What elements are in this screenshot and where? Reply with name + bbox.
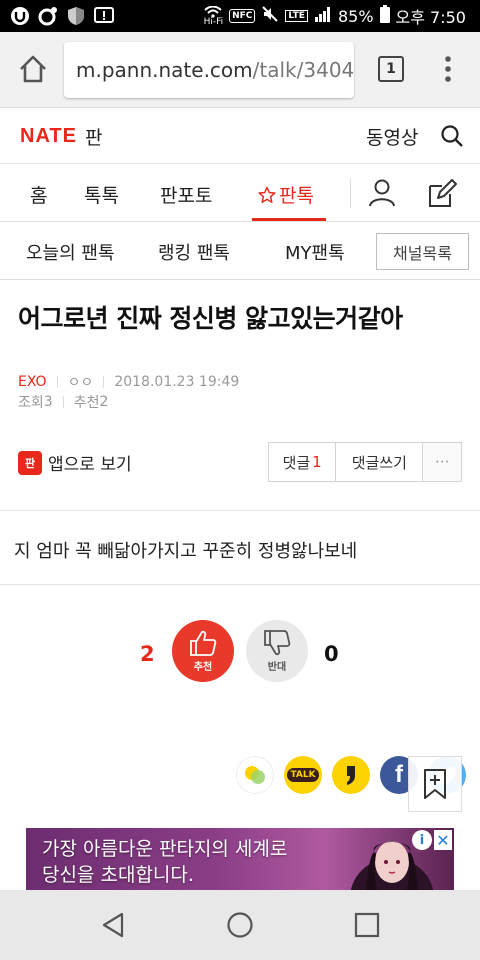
home-circle-icon[interactable] — [226, 911, 254, 943]
nav-pantalk-label: 판톡 — [279, 185, 314, 207]
main-nav: 홈 톡톡 판포토 판톡 — [0, 164, 480, 222]
pann-app-icon: 판 — [18, 450, 42, 475]
thumbs-up-icon — [190, 630, 217, 656]
downvote-button[interactable]: 반대 — [246, 620, 308, 682]
quote-icon — [347, 766, 355, 785]
ad-banner[interactable]: 가장 아름다운 판타지의 세계로 당신을 초대합니다. i ✕ — [26, 828, 454, 892]
upvote-label: 추천 — [193, 662, 213, 673]
divider — [0, 584, 480, 585]
post-datetime: 2018.01.23 19:49 — [114, 374, 240, 390]
bookmark-plus-icon — [424, 769, 446, 799]
logo-section: 판 — [84, 127, 103, 149]
ad-text: 가장 아름다운 판타지의 세계로 당신을 초대합니다. — [42, 836, 287, 888]
subnav-ranking[interactable]: 랭킹 팬톡 — [158, 239, 230, 265]
recents-icon[interactable] — [354, 912, 380, 942]
recommend-label: 추천 — [73, 395, 100, 411]
shield-icon — [66, 6, 86, 26]
comments-label: 댓글 — [282, 453, 311, 472]
bookmark-add-button[interactable] — [408, 756, 462, 812]
signal-icon — [314, 6, 332, 26]
site-header: NATE 판 동영상 — [0, 108, 480, 164]
meta-divider — [62, 396, 64, 408]
home-icon[interactable] — [16, 52, 50, 86]
downvote-count: 0 — [324, 642, 339, 666]
url-host: m.pann.nate.com — [76, 58, 253, 82]
nav-pantalk[interactable]: 판톡 — [258, 181, 314, 208]
battery-percent: 85% — [337, 6, 374, 26]
nav-panphoto[interactable]: 판포토 — [160, 181, 212, 208]
ad-line-1: 가장 아름다운 판타지의 세계로 — [42, 838, 288, 860]
subnav-today[interactable]: 오늘의 팬톡 — [26, 239, 115, 265]
post-meta: EXO ㅇㅇ 2018.01.23 19:49 — [18, 372, 239, 392]
battery-icon — [379, 5, 390, 27]
yellow-share-button[interactable] — [332, 756, 370, 794]
lte-icon: LTE — [285, 10, 308, 22]
kakaotalk-share-button[interactable]: TALK — [284, 756, 322, 794]
mute-icon — [261, 5, 279, 27]
search-icon[interactable] — [440, 124, 464, 152]
author-name: ㅇㅇ — [67, 375, 94, 391]
tab-switcher-button[interactable]: 1 — [378, 56, 404, 82]
comments-button[interactable]: 댓글 1 — [269, 443, 337, 481]
hifi-label: Hi-Fi — [203, 16, 224, 27]
comments-count: 1 — [312, 453, 322, 471]
ad-info-icon[interactable]: i — [412, 830, 432, 850]
views-label: 조회 — [18, 395, 44, 411]
post-body: 지 엄마 꼭 빼닮아가지고 꾸준히 정병앓나보네 — [14, 541, 358, 562]
more-button[interactable]: ··· — [423, 443, 461, 481]
android-nav-bar — [0, 890, 480, 960]
meta-divider — [103, 376, 105, 388]
facebook-icon: f — [395, 761, 403, 788]
nav-toktok[interactable]: 톡톡 — [84, 181, 119, 208]
post-stats: 조회 3 추천 2 — [18, 392, 108, 412]
subnav-my[interactable]: MY팬톡 — [285, 239, 345, 265]
url-path: /talk/3404 — [252, 58, 354, 82]
open-in-app-link[interactable]: 판 앱으로 보기 — [18, 450, 132, 475]
kakaostory-icon — [245, 766, 265, 784]
upvote-button[interactable]: 추천 — [172, 620, 234, 682]
open-in-app-label: 앱으로 보기 — [48, 455, 132, 475]
circle-app-icon — [38, 6, 58, 26]
views-count: 3 — [43, 394, 53, 410]
sub-nav: 오늘의 팬톡 랭킹 팬톡 MY팬톡 채널목록 — [0, 222, 480, 280]
user-icon[interactable] — [367, 178, 397, 212]
meta-divider — [56, 376, 58, 388]
clock: 오후 7:50 — [395, 8, 466, 27]
star-icon — [258, 186, 276, 203]
nav-divider — [350, 178, 351, 208]
post-title: 어그로년 진짜 정신병 앓고있는거같아 — [18, 304, 403, 333]
comment-actions: 댓글 1 댓글쓰기 ··· — [268, 442, 462, 482]
write-comment-button[interactable]: 댓글쓰기 — [336, 443, 424, 481]
nfc-icon: NFC — [229, 9, 256, 23]
kakaotalk-icon: TALK — [287, 768, 319, 782]
divider — [0, 510, 480, 511]
nav-home[interactable]: 홈 — [30, 181, 47, 208]
channel-list-button[interactable]: 채널목록 — [376, 233, 469, 270]
browser-toolbar: m.pann.nate.com/talk/3404 1 — [0, 32, 480, 108]
wifi-icon: Hi-Fi — [203, 5, 224, 27]
downvote-label: 반대 — [267, 662, 287, 673]
app-notification-icon — [10, 6, 30, 26]
overflow-menu-icon[interactable] — [438, 54, 458, 84]
nate-pann-logo[interactable]: NATE 판 — [20, 123, 102, 150]
status-bar: Hi-Fi NFC LTE 85% 오후 7:50 — [0, 0, 480, 32]
alert-icon — [94, 6, 114, 26]
url-bar[interactable]: m.pann.nate.com/talk/3404 — [64, 42, 354, 98]
logo-brand: NATE — [20, 125, 77, 147]
write-icon[interactable] — [426, 178, 458, 214]
active-tab-indicator — [252, 218, 326, 221]
thumbs-down-icon — [264, 630, 291, 656]
upvote-count: 2 — [140, 642, 155, 666]
recommend-count: 2 — [99, 394, 109, 410]
back-icon[interactable] — [100, 912, 126, 942]
ad-line-2: 당신을 초대합니다. — [42, 864, 194, 886]
kakaostory-share-button[interactable] — [236, 756, 274, 794]
board-link[interactable]: EXO — [18, 374, 47, 390]
ad-close-icon[interactable]: ✕ — [434, 830, 452, 850]
video-link[interactable]: 동영상 — [366, 123, 418, 150]
